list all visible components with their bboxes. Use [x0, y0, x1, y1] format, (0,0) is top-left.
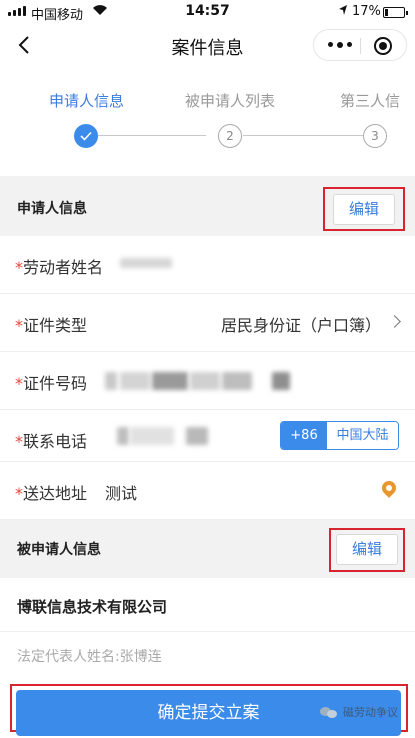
watermark-text: 磁劳动争议	[343, 706, 398, 719]
address-value: 测试	[105, 484, 138, 503]
legal-rep-row: 法定代表人姓名:张博连	[0, 632, 415, 678]
redacted-id	[105, 372, 117, 390]
location-arrow-icon	[338, 4, 348, 19]
required-mark: *	[15, 258, 23, 277]
tab-respondent-list[interactable]: 被申请人列表	[185, 90, 275, 111]
tab-applicant-info[interactable]: 申请人信息	[49, 90, 124, 111]
legal-rep-text: 法定代表人姓名:张博连	[17, 649, 162, 665]
redacted-phone	[186, 427, 208, 445]
chevron-right-icon	[388, 315, 401, 328]
redacted-id	[152, 372, 188, 390]
region-name: 中国大陆	[327, 422, 398, 449]
id-type-value: 居民身份证（户口簿）	[221, 316, 382, 335]
id-number-label: *证件号码	[15, 370, 87, 394]
section-title: 被申请人信息	[17, 542, 101, 558]
redacted-id	[120, 372, 150, 390]
country-code-selector[interactable]: +86 中国大陆	[280, 421, 399, 450]
nav-bar: 案件信息	[0, 24, 415, 68]
phone-label: *联系电话	[15, 428, 87, 452]
address-label-text: 送达地址	[23, 484, 88, 503]
company-name: 博联信息技术有限公司	[17, 598, 168, 616]
redacted-phone	[130, 427, 174, 445]
step-tabs: 申请人信息 被申请人列表 第三人信	[0, 80, 415, 120]
country-code: +86	[281, 422, 327, 449]
progress-line	[98, 135, 206, 136]
id-number-row[interactable]: *证件号码	[0, 352, 415, 410]
id-type-label-text: 证件类型	[23, 316, 88, 335]
redacted-id	[272, 372, 290, 390]
status-bar: 中国移动 14:57 17%	[0, 0, 415, 24]
close-mini-program-icon[interactable]	[374, 37, 392, 55]
phone-row[interactable]: *联系电话 +86 中国大陆	[0, 410, 415, 462]
battery-icon	[383, 7, 408, 18]
more-options-icon[interactable]	[328, 41, 352, 48]
tab-third-party[interactable]: 第三人信	[340, 90, 400, 111]
respondent-company-row[interactable]: 博联信息技术有限公司	[0, 578, 415, 632]
applicant-section-header: 申请人信息 编辑	[0, 176, 415, 236]
required-mark: *	[15, 316, 23, 335]
wechat-icon	[320, 705, 340, 719]
required-mark: *	[15, 484, 23, 503]
step-progress: 2 3	[0, 124, 415, 148]
step-1-check-icon	[74, 124, 98, 148]
id-number-label-text: 证件号码	[23, 374, 88, 393]
step-3-indicator: 3	[363, 124, 387, 148]
location-pin-icon[interactable]	[379, 478, 399, 498]
watermark: 磁劳动争议	[320, 704, 398, 720]
required-mark: *	[15, 374, 23, 393]
section-title: 申请人信息	[17, 201, 87, 217]
name-row[interactable]: *劳动者姓名	[0, 236, 415, 294]
progress-line	[243, 135, 363, 136]
redacted-phone	[117, 427, 129, 445]
battery-percent: 17%	[352, 4, 381, 19]
redacted-id	[190, 372, 220, 390]
required-mark: *	[15, 432, 23, 451]
edit-respondent-button[interactable]: 编辑	[336, 534, 398, 565]
id-type-row[interactable]: *证件类型 居民身份证（户口簿）	[0, 294, 415, 352]
name-label: *劳动者姓名	[15, 254, 103, 278]
phone-label-text: 联系电话	[23, 432, 88, 451]
respondent-section-header: 被申请人信息 编辑	[0, 520, 415, 578]
id-type-label: *证件类型	[15, 312, 87, 336]
mini-program-capsule	[313, 29, 407, 61]
redacted-name	[120, 258, 172, 268]
address-row[interactable]: *送达地址 测试	[0, 462, 415, 520]
edit-applicant-button[interactable]: 编辑	[333, 194, 395, 225]
address-label: *送达地址	[15, 480, 87, 504]
capsule-divider	[360, 38, 361, 54]
name-label-text: 劳动者姓名	[23, 258, 104, 277]
redacted-id	[222, 372, 252, 390]
step-2-indicator: 2	[218, 124, 242, 148]
